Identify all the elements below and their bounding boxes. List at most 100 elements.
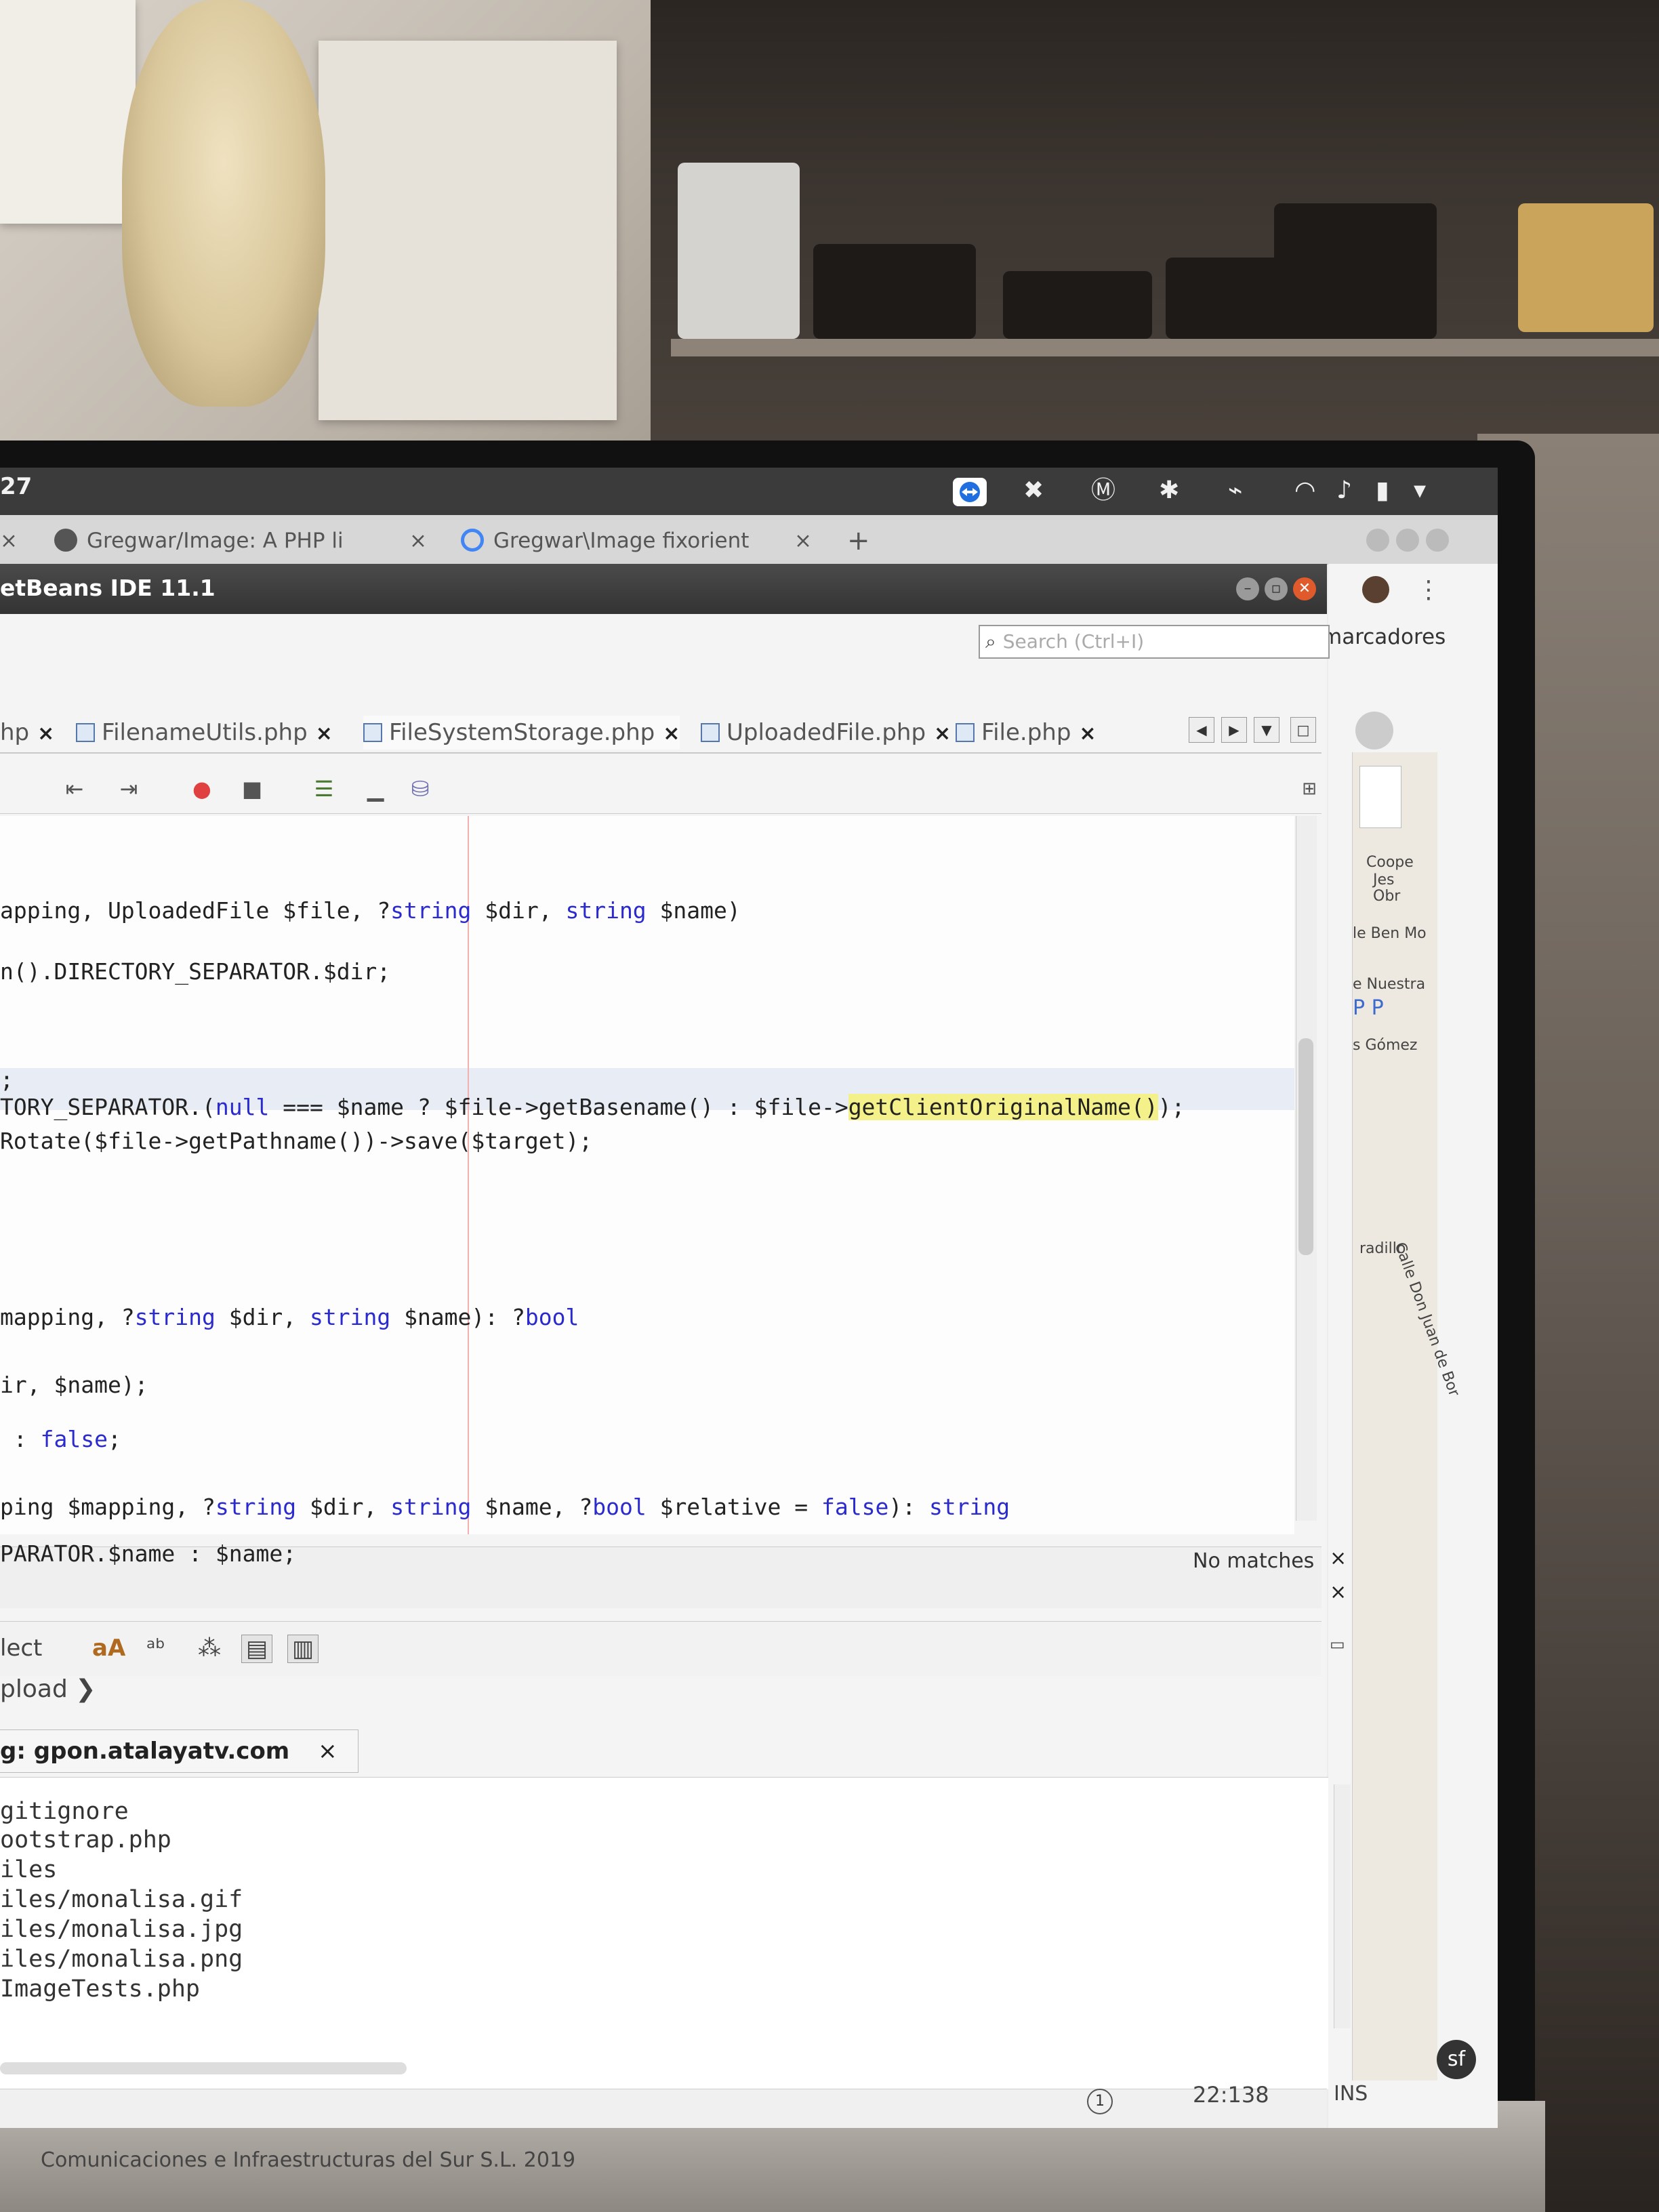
shelf-case [1518,203,1654,332]
search-placeholder: Search (Ctrl+I) [1002,630,1145,653]
stop-macro-icon[interactable]: ■ [239,775,266,802]
map-view[interactable]: Coope Jes Obr le Ben Mo e Nuestra P P s … [1352,752,1462,2081]
comment-icon[interactable]: ☰ [310,775,337,802]
map-label: s Gómez [1353,1037,1418,1054]
editor-toolbar: ⇤ ⇥ ● ■ ☰ ▁ ⛁ ⊞ [0,764,1322,814]
database-icon[interactable]: ⛁ [407,775,434,802]
editor-scrollbar-thumb[interactable] [1298,1038,1313,1255]
layers-icon[interactable] [1359,766,1401,828]
footer-text: Comunicaciones e Infraestructuras del Su… [41,2148,576,2172]
browser-tab-close[interactable]: × [409,523,427,558]
wall-chart [319,41,617,420]
shelf-item [678,163,800,339]
tab-close-icon[interactable]: × [37,722,54,745]
window-controls[interactable] [1366,527,1449,562]
shift-right-icon[interactable]: ⇥ [115,775,142,802]
new-tab-button[interactable]: + [847,523,870,558]
tab-filesystemstorage[interactable]: FileSystemStorage.php × [363,716,680,750]
browser-menu-icon[interactable]: ⋮ [1416,576,1441,604]
tab-close-icon[interactable]: × [934,722,951,745]
code-line: n().DIRECTORY_SEPARATOR.$dir; [0,958,391,985]
breadcrumb[interactable]: pload ❯ [0,1675,96,1703]
scroll-tabs-left-button[interactable]: ◀ [1189,717,1214,743]
code-line: PARATOR.$name : $name; [0,1540,297,1567]
output-line: iles/monalisa.jpg [0,1916,243,1943]
close-button[interactable]: ✕ [1293,577,1316,600]
mail-icon[interactable]: Ⓜ [1091,477,1115,504]
dropbox-icon[interactable]: ✖ [1023,477,1044,504]
browser-tab-close[interactable]: × [794,523,812,558]
tab-close-icon[interactable]: × [318,1738,337,1765]
output-line: iles/monalisa.gif [0,1886,243,1913]
output-line: iles [0,1856,58,1883]
regex-icon[interactable]: ⁂ [198,1635,221,1662]
network-icon[interactable]: ⌁ [1228,477,1243,504]
paste-icon[interactable]: ▥ [287,1635,319,1663]
code-editor[interactable]: apping, UploadedFile $file, ?string $dir… [0,816,1294,1534]
code-line: ping $mapping, ?string $dir, string $nam… [0,1494,1010,1520]
browser-tab-google[interactable]: Gregwar\Image fixorient [461,523,813,558]
ide-search-field[interactable]: ⌕ Search (Ctrl+I) [979,625,1330,659]
maximize-editor-button[interactable]: □ [1290,717,1316,743]
whole-words-icon[interactable]: ᵃᵇ [146,1635,165,1662]
map-label: Coope [1366,854,1414,871]
tab-filenameutils[interactable]: FilenameUtils.php × [76,716,333,750]
minimize-button[interactable]: – [1236,577,1259,600]
tab-list-button[interactable]: ▼ [1254,717,1279,743]
shelf-board [671,339,1659,356]
volume-icon[interactable]: ♪ [1336,477,1352,504]
tab-file[interactable]: File.php × [956,716,1097,750]
shift-left-icon[interactable]: ⇤ [61,775,88,802]
battery-icon[interactable]: ▮ [1376,477,1389,504]
php-file-icon [701,723,720,742]
code-line: ir, $name); [0,1372,148,1398]
close-find-button[interactable]: × [1330,1547,1347,1570]
php-file-icon [363,723,382,742]
uncomment-icon[interactable]: ▁ [362,775,389,802]
symfony-icon[interactable]: sf [1437,2040,1476,2079]
tab-close-icon[interactable]: × [316,722,333,745]
close-panel-button[interactable]: × [1330,1580,1347,1604]
output-line: gitignore [0,1798,129,1825]
code-line-highlighted: TORY_SEPARATOR.(null === $name ? $file->… [0,1094,1185,1120]
window-title: etBeans IDE 11.1 [0,575,216,601]
tab-output-ssh[interactable]: g: gpon.atalayatv.com × [0,1729,359,1773]
scroll-tabs-right-button[interactable]: ▶ [1221,717,1247,743]
browser-tab-close[interactable]: × [0,523,18,558]
output-window[interactable]: gitignore ootstrap.php iles iles/monalis… [0,1777,1351,2089]
bookmarks-label[interactable]: marcadores [1322,625,1446,649]
ide-status-bar [0,2089,1327,2128]
chevron-down-icon[interactable]: ▾ [1414,477,1426,504]
bluetooth-icon[interactable]: ✱ [1159,477,1179,504]
map-label: le Ben Mo [1353,925,1427,942]
output-horizontal-scrollbar[interactable] [0,2062,407,2074]
shelf-bag [1003,271,1152,339]
tab-php[interactable]: hp × [0,716,54,750]
tab-close-icon[interactable]: × [663,722,680,745]
copy-icon[interactable]: ▤ [241,1635,273,1663]
google-icon [461,529,484,552]
start-macro-icon[interactable]: ● [188,775,216,802]
output-scrollbar[interactable] [1334,1784,1351,2028]
browser-tab-github[interactable]: Gregwar/Image: A PHP li [54,523,434,558]
wifi-icon[interactable]: ◠ [1294,477,1315,504]
wall-paper [0,0,136,224]
tab-close-icon[interactable]: × [1079,722,1096,745]
browser-tab-label: Gregwar/Image: A PHP li [87,529,344,553]
avatar[interactable] [1362,576,1389,603]
system-top-panel: 27 ✖ Ⓜ ✱ ⌁ ◠ ♪ ▮ ▾ [0,468,1498,515]
map-label: radillo [1359,1240,1406,1257]
map-label: P P [1353,996,1384,1020]
teamviewer-icon[interactable] [952,477,987,513]
match-case-icon[interactable]: aA [92,1635,125,1662]
maximize-button[interactable]: ▫ [1265,577,1288,600]
tab-uploadedfile[interactable]: UploadedFile.php × [701,716,951,750]
output-line: iles/monalisa.png [0,1946,243,1973]
profile-icon[interactable] [1355,712,1393,750]
map-label: Obr [1373,888,1401,905]
code-line: Rotate($file->getPathname())->save($targ… [0,1128,593,1154]
notifications-icon[interactable]: 1 [1087,2089,1113,2114]
insert-mode-indicator: INS [1334,2082,1368,2106]
split-editor-icon[interactable]: ⊞ [1296,775,1323,802]
minimize-panel-icon[interactable]: ▭ [1330,1635,1345,1654]
